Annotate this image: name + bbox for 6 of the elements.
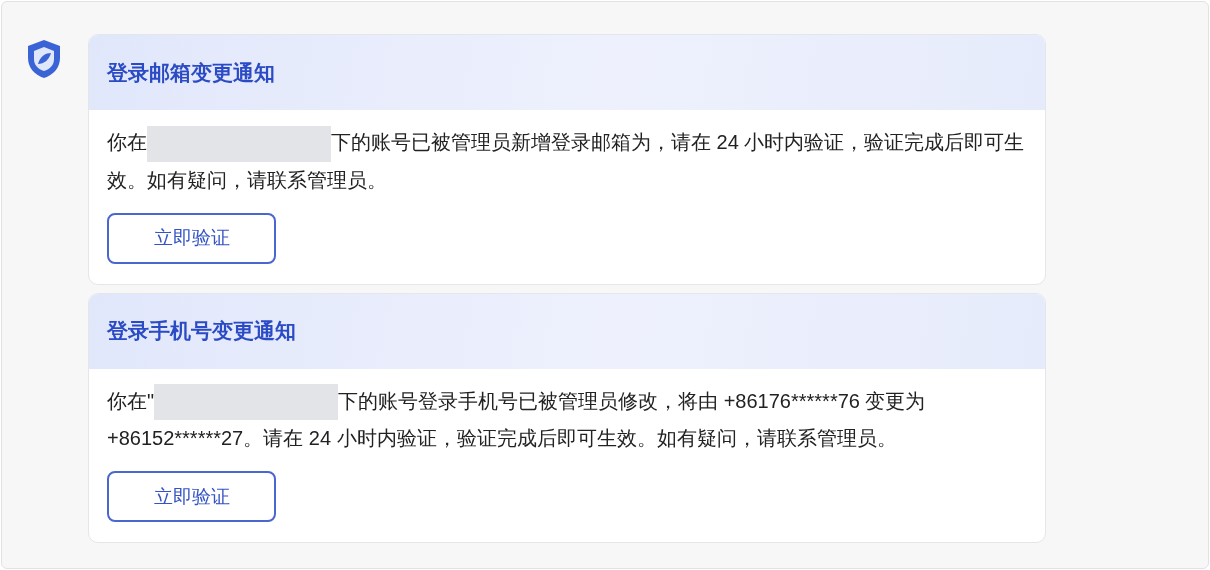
notice-title: 登录邮箱变更通知 <box>107 59 275 86</box>
verify-button[interactable]: 立即验证 <box>107 212 276 264</box>
notice-message: 你在" 下的账号登录手机号已被管理员修改，将由 +86176******76 变更为 +86152******27。请在 24 小时内验证，验证完成后即可生效。如有疑问，请联系管理员。 <box>107 382 1027 458</box>
notice-message: 你在 下的账号已被管理员新增登录邮箱为，请在 24 小时内验证，验证完成后即可生效。如有疑问，请联系管理员。 <box>107 124 1027 199</box>
notice-title: 登录手机号变更通知 <box>107 318 296 345</box>
verify-button[interactable]: 立即验证 <box>107 471 276 523</box>
